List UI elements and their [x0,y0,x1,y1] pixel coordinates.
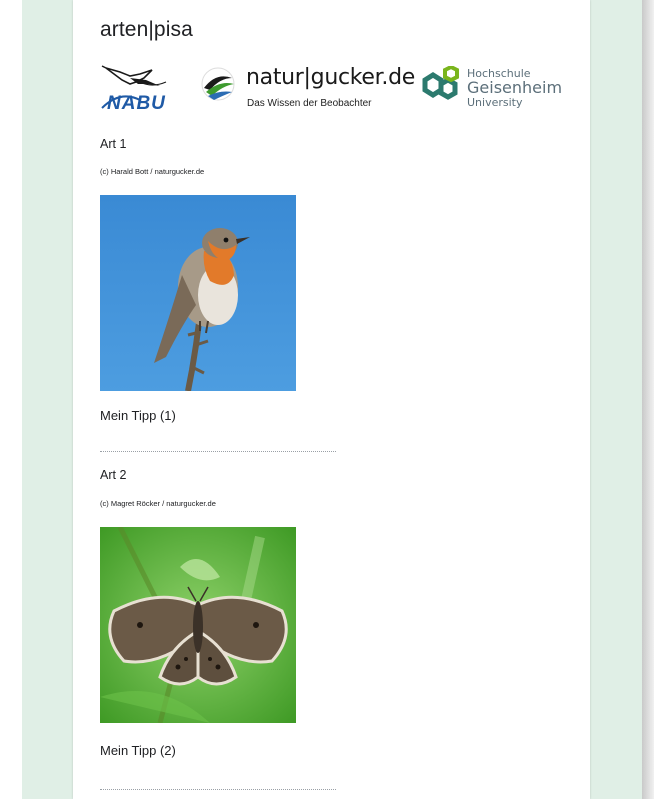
hexagon-logo-icon [422,66,459,100]
geisenheim-label: Geisenheim [467,78,563,97]
ringlet-butterfly-photo [100,527,296,723]
image-credit: (c) Magret Röcker / naturgucker.de [100,499,216,508]
naturgucker-wordmark: natur|gucker.de [246,65,415,90]
nabu-logo: NABU [100,60,180,116]
question-title: Art 1 [100,137,127,151]
nabu-wordmark: NABU [107,93,166,114]
naturgucker-tagline: Das Wissen der Beobachter [247,98,372,109]
window-edge-shadow [642,0,654,799]
form-title: arten|pisa [100,18,193,41]
answer-label: Mein Tipp (2) [100,743,176,758]
question-title: Art 2 [100,468,127,482]
university-label: University [467,96,523,109]
answer-input-1[interactable] [100,451,336,452]
image-credit: (c) Harald Bott / naturgucker.de [100,167,205,176]
answer-input-2[interactable] [100,789,336,790]
robin-bird-photo [100,195,296,391]
answer-label: Mein Tipp (1) [100,408,176,423]
naturgucker-swirl-icon [201,67,235,101]
header-logos: NABU natur|gucker.de Das Wissen der Beob… [100,58,570,118]
hochschule-geisenheim-logo: Hochschule Geisenheim University [415,62,575,114]
